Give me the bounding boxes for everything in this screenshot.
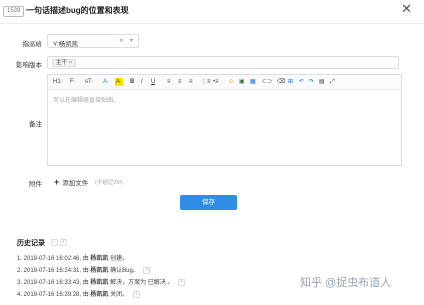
history-user: 杨凯凯 xyxy=(90,268,109,274)
rich-text-editor[interactable]: H1· F· sT· A· A· B I U ≡ ≡ ≡ ⋮≡ •≡ ☺ ▣ ▦… xyxy=(47,74,402,166)
heading-button[interactable]: H1· xyxy=(53,78,63,86)
history-item: 4. 2019-07-16 16:39:28, 由 杨凯凯 关闭。 + xyxy=(17,289,140,298)
history-date: 1. 2019-07-16 16:02:46, xyxy=(17,256,82,262)
redo-icon[interactable]: ↷ xyxy=(309,78,314,86)
history-action: 创建。 xyxy=(110,256,129,262)
add-file-label: 添加文件 xyxy=(62,180,89,187)
history-title: 历史记录 xyxy=(17,240,45,247)
editor-placeholder: 可以在编辑器直接贴图。 xyxy=(53,98,120,104)
expand-icon[interactable]: + xyxy=(143,266,151,274)
link-icon[interactable]: ⊂⊃ xyxy=(262,78,272,86)
version-tag-label: 主干 xyxy=(56,60,68,66)
code-icon[interactable]: ⊞ xyxy=(288,78,293,86)
table-icon[interactable]: ▦ xyxy=(250,78,256,86)
expand-icon[interactable]: + xyxy=(132,290,140,298)
collapse-icon[interactable]: − xyxy=(51,239,58,246)
highlight-button[interactable]: A· xyxy=(115,78,123,86)
plus-icon: + xyxy=(54,177,60,187)
clear-icon[interactable]: × xyxy=(119,36,124,45)
align-center-icon[interactable]: ≡ xyxy=(178,78,182,86)
bug-id-badge: 1539 xyxy=(3,6,25,17)
history-user: 杨凯凯 xyxy=(90,280,109,286)
history-action: 关闭。 xyxy=(110,292,129,298)
add-file-button[interactable]: + 添加文件 xyxy=(54,177,88,187)
font-family-button[interactable]: F· xyxy=(70,78,76,86)
ordered-list-icon[interactable]: ⋮≡ xyxy=(201,78,211,86)
align-left-icon[interactable]: ≡ xyxy=(167,78,171,86)
history-item: 3. 2019-07-16 16:33:43, 由 杨凯凯 解决，方案为 已解决… xyxy=(17,277,186,286)
history-by: 由 xyxy=(82,292,89,298)
history-by: 由 xyxy=(82,268,89,274)
undo-icon[interactable]: ↶ xyxy=(299,78,304,86)
expand-icon[interactable]: + xyxy=(178,278,186,286)
assignee-value: Y:杨凯凯 xyxy=(53,41,79,48)
attachment-label: 附件 xyxy=(29,181,42,188)
font-color-button[interactable]: A· xyxy=(103,78,109,86)
history-user: 杨凯凯 xyxy=(90,256,109,262)
bug-title: 一句话描述bug的位置和表现 xyxy=(26,6,129,15)
notes-label: 备注 xyxy=(29,121,42,128)
font-size-button[interactable]: sT· xyxy=(85,78,94,86)
file-size-note: (不超过2M) xyxy=(95,180,123,186)
unordered-list-icon[interactable]: •≡ xyxy=(213,78,219,86)
version-tag[interactable]: 主干 × xyxy=(52,59,77,67)
editor-toolbar: H1· F· sT· A· A· B I U ≡ ≡ ≡ ⋮≡ •≡ ☺ ▣ ▦… xyxy=(48,75,401,90)
history-date: 4. 2019-07-16 16:39:28, xyxy=(17,292,82,298)
chevron-down-icon[interactable]: ▾ xyxy=(130,37,133,44)
fullscreen-icon[interactable]: ⤢ xyxy=(330,78,335,86)
assignee-label: 指派给 xyxy=(22,41,43,48)
version-label: 影响版本 xyxy=(16,62,42,69)
history-action: 确认Bug。 xyxy=(110,268,139,274)
history-item: 2. 2019-07-16 16:24:31, 由 杨凯凯 确认Bug。 + xyxy=(17,265,151,274)
history-action: 解决，方案为 已解决 。 xyxy=(110,280,174,286)
assignee-select[interactable]: Y:杨凯凯 × ▾ xyxy=(47,34,139,48)
history-by: 由 xyxy=(82,256,89,262)
image-icon[interactable]: ▣ xyxy=(239,78,245,86)
expand-all-icon[interactable]: + xyxy=(60,239,67,246)
close-icon[interactable]: ✕ xyxy=(401,2,412,16)
watermark: 知乎 @捉虫布道人 xyxy=(300,277,392,289)
emoji-icon[interactable]: ☺ xyxy=(228,78,234,86)
bold-button[interactable]: B xyxy=(130,78,134,86)
history-item: 1. 2019-07-16 16:02:46, 由 杨凯凯 创建。 xyxy=(17,253,128,262)
dialog-header: 1539 一句话描述bug的位置和表现 ✕ xyxy=(0,0,424,24)
history-date: 2. 2019-07-16 16:24:31, xyxy=(17,268,82,274)
underline-button[interactable]: U xyxy=(151,78,155,86)
template-icon[interactable]: ▤ xyxy=(319,78,325,86)
save-button[interactable]: 保存 xyxy=(180,195,237,210)
italic-button[interactable]: I xyxy=(141,78,143,86)
history-by: 由 xyxy=(82,280,89,286)
history-date: 3. 2019-07-16 16:33:43, xyxy=(17,280,82,286)
history-user: 杨凯凯 xyxy=(90,292,109,298)
version-select[interactable]: 主干 × xyxy=(47,56,399,69)
align-right-icon[interactable]: ≡ xyxy=(189,78,193,86)
eraser-icon[interactable]: ⌫ xyxy=(277,78,285,86)
remove-tag-icon[interactable]: × xyxy=(69,60,72,66)
